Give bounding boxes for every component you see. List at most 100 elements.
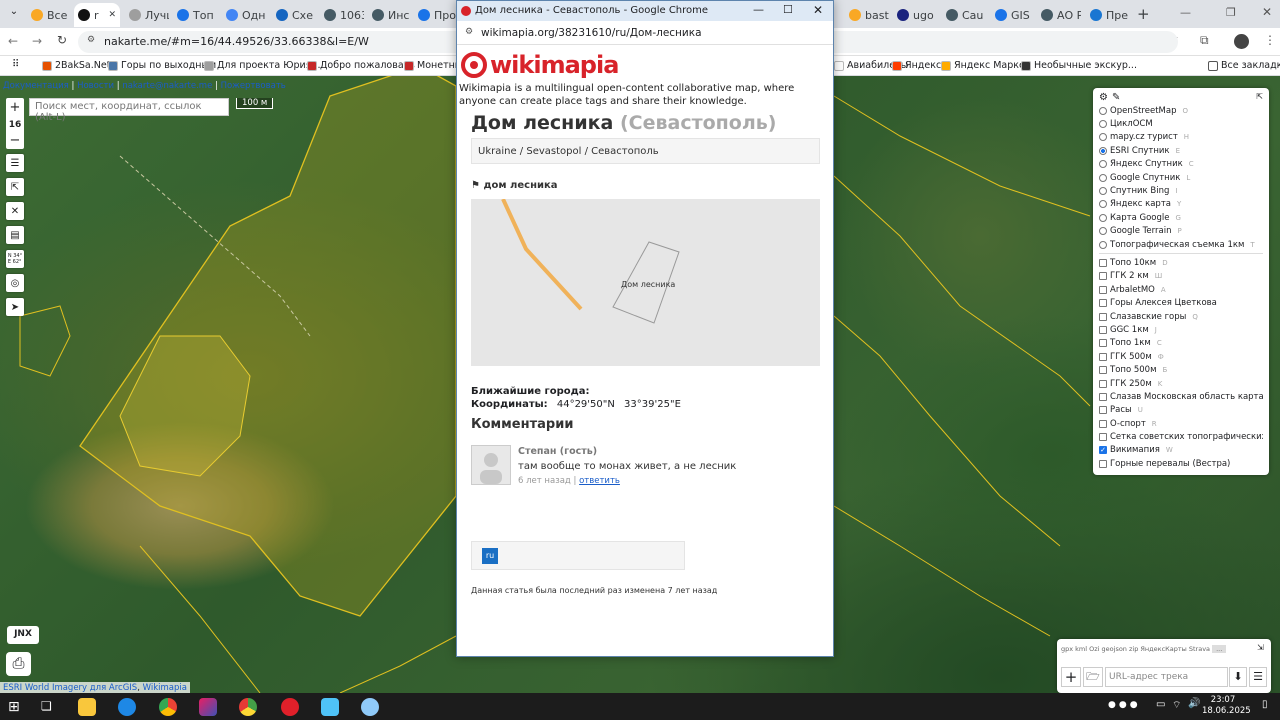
overlay-layer-option[interactable]: Горы Алексея Цветкова [1099,296,1263,309]
open-folder-icon[interactable]: 🗁 [1083,667,1103,687]
track-more-button[interactable]: ... [1212,645,1227,653]
overlay-layer-option[interactable]: ГГК 500м Ф [1099,350,1263,363]
layer-radio[interactable] [1099,173,1107,182]
breadcrumb[interactable]: Ukraine / Sevastopol / Севастополь [471,138,820,164]
place-minimap[interactable]: Дом лесника [471,198,820,366]
popup-close-button[interactable]: ✕ [813,3,823,17]
base-layer-option[interactable]: ЦиклОСМ [1099,117,1263,130]
layer-checkbox[interactable] [1099,339,1107,348]
layer-radio[interactable] [1099,133,1107,142]
attribution-esri[interactable]: ESRI World Imagery для ArcGIS [3,683,137,693]
collapse-icon[interactable]: ⇱ [1256,92,1263,102]
app-icon[interactable] [199,698,217,716]
popup-address-bar[interactable]: ⚙ wikimapia.org/38231610/ru/Дом-лесника [457,21,833,45]
extensions-icon[interactable]: ⧉ [1200,33,1209,48]
layer-radio[interactable] [1099,146,1107,155]
overlay-layer-option[interactable]: GGC 1км J [1099,323,1263,336]
tab-item[interactable]: GIS [991,3,1035,27]
tray-icons[interactable]: ●●● [1108,700,1141,710]
base-layer-option[interactable]: OpenStreetMap O [1099,104,1263,117]
opera-icon[interactable] [281,698,299,716]
layer-radio[interactable] [1099,106,1107,115]
tab-item[interactable]: Инс [368,3,412,27]
profile-avatar[interactable] [1234,34,1249,49]
layer-radio[interactable] [1099,200,1107,209]
bookmark-item[interactable]: Яндекс Маркет [941,60,1030,71]
news-link[interactable]: Новости [77,81,114,91]
all-bookmarks[interactable]: Все закладки [1208,60,1280,71]
notifications-icon[interactable]: ▯ [1262,699,1268,710]
tab-close-icon[interactable]: ✕ [108,10,116,20]
layer-checkbox[interactable] [1099,312,1107,321]
track-url-input[interactable]: URL-адрес трека [1105,667,1228,687]
language-badge-ru[interactable]: ru [482,548,498,564]
overlay-layer-option[interactable]: Топо 1км C [1099,337,1263,350]
locate-icon[interactable]: ➤ [6,298,24,316]
layer-checkbox[interactable] [1099,392,1107,401]
layer-radio[interactable] [1099,160,1107,169]
overlay-layer-option[interactable]: ArbaletMO A [1099,283,1263,296]
network-icon[interactable]: ⌔ [1172,699,1181,712]
bookmark-item[interactable]: Яндекс [892,60,941,71]
tab-item[interactable]: Пре [1086,3,1130,27]
coords-lon[interactable]: 33°39'25"E [624,399,681,410]
apps-icon[interactable]: ⠿ [12,59,19,70]
layer-radio[interactable] [1099,240,1107,249]
bookmark-item[interactable]: Необычные экскур... [1021,60,1137,71]
menu-kebab-icon[interactable]: ⋮ [1264,33,1276,47]
coordinates-button[interactable]: N 34° E 62° [6,250,24,268]
ruler-icon[interactable]: ✕ [6,202,24,220]
battery-icon[interactable]: ▭ [1156,699,1165,710]
zoom-out-button[interactable]: − [6,131,24,149]
chrome-icon[interactable] [159,698,177,716]
map-search-input[interactable]: Поиск мест, координат, ссылок (Alt-L) [29,98,229,123]
track-expand-icon[interactable]: ⇲ [1257,643,1264,652]
base-layer-option[interactable]: Google Terrain P [1099,225,1263,238]
overlay-layer-option[interactable]: Слазавские горы Q [1099,310,1263,323]
edit-pencil-icon[interactable]: ✎ [1112,92,1120,103]
overlay-layer-option[interactable]: Топо 500м Б [1099,363,1263,376]
coords-lat[interactable]: 44°29'50"N [557,399,615,410]
layer-radio[interactable] [1099,120,1107,129]
compass-icon[interactable]: ◎ [6,274,24,292]
print-button[interactable]: ⎙ [6,652,31,676]
print-layout-icon[interactable]: ▤ [6,226,24,244]
tab-search-button[interactable]: ⌄ [6,6,22,22]
overlay-layer-option[interactable]: Слазав Московская область картаZ [1099,390,1263,403]
tab-item[interactable]: Cau [942,3,986,27]
layer-checkbox[interactable] [1099,272,1107,281]
base-layer-option[interactable]: Яндекс Спутник C [1099,158,1263,171]
start-icon[interactable]: ⊞ [8,699,20,715]
tab-item[interactable]: Все с [27,3,71,27]
volume-icon[interactable]: 🔊 [1188,698,1200,709]
settings-gear-icon[interactable]: ⚙ [1099,92,1108,103]
layer-checkbox[interactable] [1099,352,1107,361]
zoom-in-button[interactable]: + [6,98,24,116]
base-layer-option[interactable]: Яндекс карта Y [1099,198,1263,211]
forward-icon[interactable]: → [32,34,42,48]
reply-link[interactable]: ответить [579,476,620,486]
popup-site-info-icon[interactable]: ⚙ [465,27,473,37]
layer-radio[interactable] [1099,213,1107,222]
chrome-dev-icon[interactable] [118,698,136,716]
docs-link[interactable]: Документация [3,81,69,91]
external-link-icon[interactable]: ⇱ [6,178,24,196]
tab-item[interactable]: Лучш [125,3,169,27]
add-track-button[interactable]: + [1061,667,1081,687]
minimize-button[interactable]: — [1180,6,1191,19]
base-layer-option[interactable]: Спутник Bing I [1099,184,1263,197]
layer-checkbox[interactable]: ✓ [1099,446,1107,455]
layer-radio[interactable] [1099,227,1107,236]
photos-icon[interactable] [321,698,339,716]
tab-item[interactable]: Про [414,3,458,27]
tab-item[interactable]: 1063 [320,3,364,27]
new-tab-button[interactable]: + [1137,5,1150,23]
tab-item[interactable]: r ✕ [74,3,120,27]
close-window-button[interactable]: ✕ [1262,5,1272,19]
paint-icon[interactable] [361,698,379,716]
base-layer-option[interactable]: Карта Google G [1099,211,1263,224]
layer-checkbox[interactable] [1099,325,1107,334]
site-info-icon[interactable]: ⚙ [87,35,95,45]
layer-checkbox[interactable] [1099,379,1107,388]
layer-checkbox[interactable] [1099,285,1107,294]
